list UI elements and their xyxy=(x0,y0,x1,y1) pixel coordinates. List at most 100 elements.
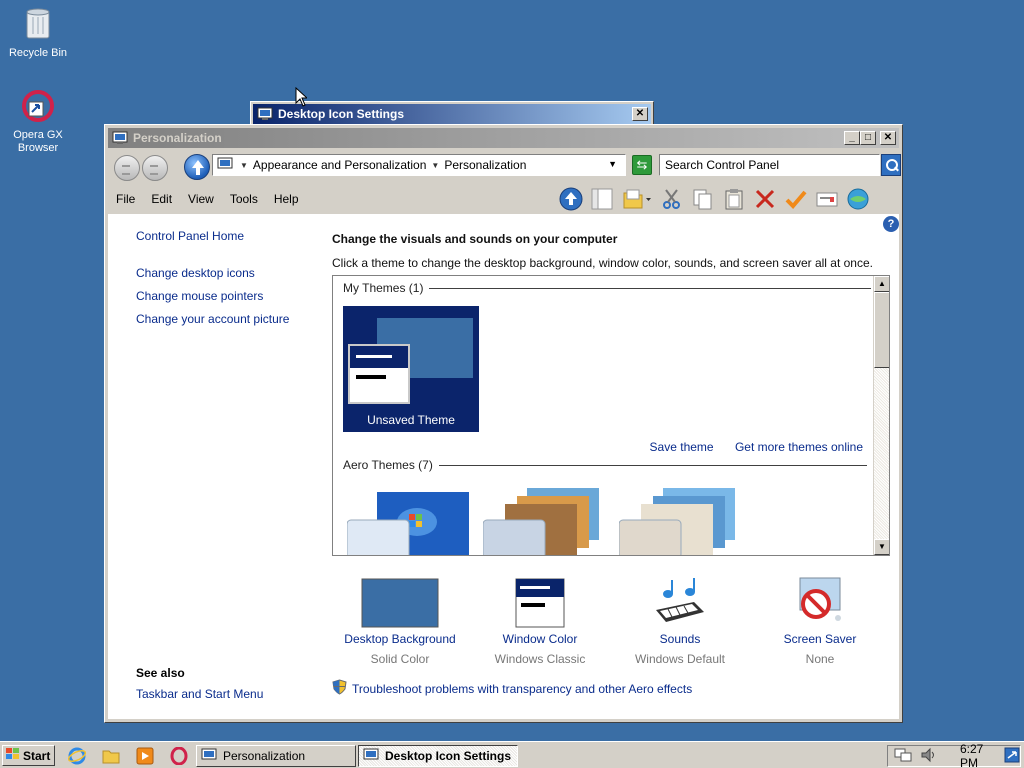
breadcrumb[interactable]: ▼ Appearance and Personalization ▼ Perso… xyxy=(212,154,626,176)
taskbar-start-menu-link[interactable]: Taskbar and Start Menu xyxy=(136,687,263,701)
sidebar-item-account-picture[interactable]: Change your account picture xyxy=(136,312,316,326)
start-label: Start xyxy=(23,748,51,763)
menu-file[interactable]: File xyxy=(108,192,143,206)
shield-icon xyxy=(332,679,347,698)
sounds-button[interactable]: Sounds Windows Default xyxy=(610,574,750,666)
scroll-thumb[interactable] xyxy=(874,292,889,368)
desktop-background-button[interactable]: Desktop Background Solid Color xyxy=(330,574,470,666)
menu-edit[interactable]: Edit xyxy=(143,192,180,206)
desktop-icon-opera-gx[interactable]: Opera GX Browser xyxy=(0,90,76,155)
scroll-up-icon[interactable]: ▲ xyxy=(874,276,889,292)
minimize-button[interactable]: _ xyxy=(844,131,860,145)
desktop-background-label[interactable]: Desktop Background xyxy=(330,632,470,646)
maximize-button[interactable]: □ xyxy=(860,131,876,145)
folder-view-icon[interactable] xyxy=(620,186,654,212)
sounds-value: Windows Default xyxy=(634,652,726,666)
windows-explorer-icon[interactable] xyxy=(101,746,121,766)
task-personalization[interactable]: Personalization xyxy=(196,745,356,767)
troubleshoot-link-row[interactable]: Troubleshoot problems with transparency … xyxy=(332,679,692,698)
search-icon[interactable] xyxy=(881,154,901,176)
clock[interactable]: 6:27 PM xyxy=(960,742,992,768)
title-bar[interactable]: Desktop Icon Settings ✕ xyxy=(253,104,651,124)
my-themes-header: My Themes (1) xyxy=(343,281,872,295)
screen-saver-label[interactable]: Screen Saver xyxy=(750,632,890,646)
address-dropdown-icon[interactable]: ▼ xyxy=(608,159,617,169)
breadcrumb-item-personalization[interactable]: Personalization xyxy=(444,158,526,172)
search-input[interactable]: Search Control Panel xyxy=(659,154,880,176)
desktop-icon-label: Recycle Bin xyxy=(8,47,68,59)
chevron-down-icon[interactable]: ▼ xyxy=(240,161,248,170)
opera-icon[interactable] xyxy=(169,746,189,766)
window-color-icon xyxy=(470,574,610,628)
task-label: Desktop Icon Settings xyxy=(385,749,512,763)
forward-button[interactable] xyxy=(142,155,168,181)
theme-scrollbar[interactable]: ▲ ▼ xyxy=(873,276,889,555)
network-icon[interactable] xyxy=(845,186,871,212)
start-button[interactable]: Start xyxy=(2,745,55,766)
control-panel-icon xyxy=(112,131,128,145)
screen-saver-icon xyxy=(750,574,890,628)
task-desktop-icon-settings[interactable]: Desktop Icon Settings xyxy=(358,745,518,767)
delete-icon[interactable] xyxy=(752,186,778,212)
window-color-label[interactable]: Window Color xyxy=(470,632,610,646)
mouse-cursor-icon xyxy=(295,86,309,110)
window-title: Personalization xyxy=(133,131,222,145)
copy-icon[interactable] xyxy=(690,186,716,212)
theme-aero-characters[interactable] xyxy=(618,488,743,555)
get-more-themes-link[interactable]: Get more themes online xyxy=(735,440,863,454)
save-theme-link[interactable]: Save theme xyxy=(650,440,714,454)
up-folder-icon[interactable] xyxy=(558,186,584,212)
properties-icon[interactable] xyxy=(814,186,840,212)
content-area: ? Control Panel Home Change desktop icon… xyxy=(108,214,899,719)
chevron-down-icon[interactable]: ▼ xyxy=(431,161,439,170)
opera-gx-icon xyxy=(0,90,76,126)
troubleshoot-link[interactable]: Troubleshoot problems with transparency … xyxy=(352,682,692,696)
network-tray-icon[interactable] xyxy=(894,747,912,766)
title-bar[interactable]: Personalization _ □ ✕ xyxy=(108,128,899,148)
see-also-heading: See also xyxy=(136,666,185,680)
sounds-icon xyxy=(610,574,750,628)
menu-tools[interactable]: Tools xyxy=(222,192,266,206)
window-color-button[interactable]: Window Color Windows Classic xyxy=(470,574,610,666)
close-button[interactable]: ✕ xyxy=(880,131,896,145)
desktop-background-value: Solid Color xyxy=(370,652,430,666)
see-also: See also Taskbar and Start Menu xyxy=(136,666,263,701)
theme-list[interactable]: My Themes (1) Unsaved Theme Save theme G… xyxy=(332,275,890,556)
personalization-window[interactable]: Personalization _ □ ✕ ▼ Appearance and P… xyxy=(104,124,903,723)
sidebar-item-control-panel-home[interactable]: Control Panel Home xyxy=(136,229,316,243)
theme-unsaved[interactable]: Unsaved Theme xyxy=(343,306,479,432)
window-title: Desktop Icon Settings xyxy=(278,107,405,121)
check-icon[interactable] xyxy=(783,186,809,212)
theme-links: Save theme Get more themes online xyxy=(632,440,863,454)
folders-pane-icon[interactable] xyxy=(589,186,615,212)
back-button[interactable] xyxy=(114,155,140,181)
taskbar: Start Personalization Desktop Icon Setti… xyxy=(0,741,1024,768)
control-panel-icon xyxy=(363,748,379,765)
screen-saver-button[interactable]: Screen Saver None xyxy=(750,574,890,666)
breadcrumb-item-appearance[interactable]: Appearance and Personalization xyxy=(253,158,426,172)
close-button[interactable]: ✕ xyxy=(632,107,648,121)
cut-icon[interactable] xyxy=(659,186,685,212)
internet-explorer-icon[interactable] xyxy=(67,746,87,766)
sounds-label[interactable]: Sounds xyxy=(610,632,750,646)
window-color-value: Windows Classic xyxy=(494,652,586,666)
desktop-icon-recycle-bin[interactable]: Recycle Bin xyxy=(0,6,76,60)
paste-icon[interactable] xyxy=(721,186,747,212)
volume-icon[interactable] xyxy=(920,747,938,766)
sidebar-item-desktop-icons[interactable]: Change desktop icons xyxy=(136,266,316,280)
toolbar xyxy=(558,184,876,214)
media-player-icon[interactable] xyxy=(135,746,155,766)
help-icon[interactable]: ? xyxy=(883,216,899,232)
sidebar: Control Panel Home Change desktop icons … xyxy=(136,229,316,335)
recycle-bin-icon xyxy=(0,6,76,44)
scroll-down-icon[interactable]: ▼ xyxy=(874,539,889,555)
theme-aero-architecture[interactable] xyxy=(482,488,607,555)
refresh-button[interactable]: ⇆ xyxy=(632,155,652,175)
control-panel-icon xyxy=(257,107,273,121)
up-button[interactable] xyxy=(184,154,210,180)
theme-aero-windows[interactable] xyxy=(346,492,471,555)
sidebar-item-mouse-pointers[interactable]: Change mouse pointers xyxy=(136,289,316,303)
notification-icon[interactable] xyxy=(1004,747,1020,766)
menu-help[interactable]: Help xyxy=(266,192,307,206)
menu-view[interactable]: View xyxy=(180,192,222,206)
